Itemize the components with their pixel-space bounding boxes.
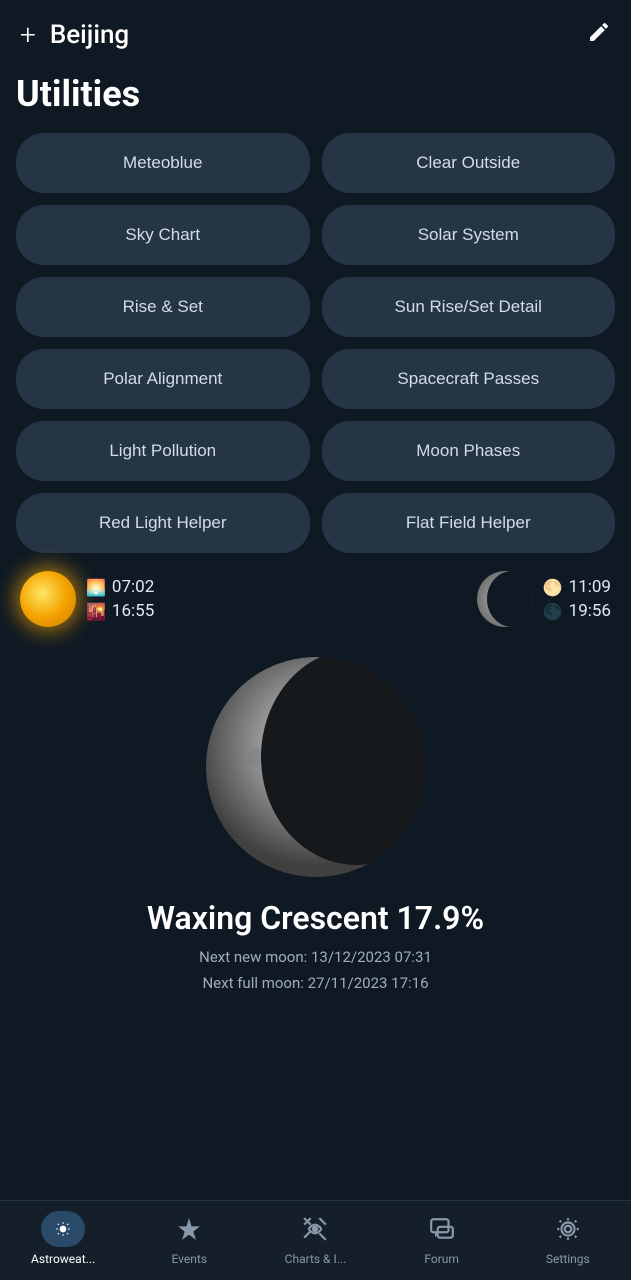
header: + Beijing [0, 0, 631, 63]
nav-item-events[interactable]: Events [154, 1211, 224, 1266]
astro-info-row: 🌅 07:02 🌇 16:55 🌕 11:09 🌑 19:56 [0, 553, 631, 637]
nav-item-settings[interactable]: Settings [533, 1211, 603, 1266]
moon-set-row: 🌑 19:56 [543, 601, 611, 621]
sun-icon [20, 571, 76, 627]
sky-chart-button[interactable]: Sky Chart [16, 205, 310, 265]
rise-set-button[interactable]: Rise & Set [16, 277, 310, 337]
nav-astroweather-label: Astroweat... [31, 1252, 95, 1266]
moon-info-block: 🌕 11:09 🌑 19:56 [477, 571, 611, 627]
moon-crescent-container [186, 647, 446, 887]
nav-charts-icon-wrap [293, 1211, 337, 1247]
nav-charts-label: Charts & I... [285, 1252, 347, 1266]
moon-rise-time: 11:09 [569, 577, 611, 597]
add-location-button[interactable]: + [20, 18, 36, 51]
moon-next-info: Next new moon: 13/12/2023 07:31 Next ful… [199, 945, 432, 996]
clear-outside-button[interactable]: Clear Outside [322, 133, 616, 193]
nav-forum-icon-wrap [420, 1211, 464, 1247]
next-new-moon: Next new moon: 13/12/2023 07:31 [199, 945, 432, 971]
moon-phase-name: Waxing Crescent 17.9% [147, 899, 484, 937]
moon-phase-section: Waxing Crescent 17.9% Next new moon: 13/… [0, 637, 631, 1016]
sunset-icon: 🌇 [86, 602, 106, 621]
utilities-heading: Utilities [16, 73, 615, 115]
solar-system-button[interactable]: Solar System [322, 205, 616, 265]
sun-times: 🌅 07:02 🌇 16:55 [86, 577, 154, 621]
meteoblue-button[interactable]: Meteoblue [16, 133, 310, 193]
edit-icon [587, 20, 611, 44]
header-left: + Beijing [20, 18, 129, 51]
nav-item-forum[interactable]: Forum [407, 1211, 477, 1266]
bottom-nav: Astroweat... Events Charts & I... [0, 1200, 631, 1280]
moon-phases-button[interactable]: Moon Phases [322, 421, 616, 481]
next-full-moon: Next full moon: 27/11/2023 17:16 [199, 971, 432, 997]
light-pollution-button[interactable]: Light Pollution [16, 421, 310, 481]
nav-item-charts[interactable]: Charts & I... [280, 1211, 350, 1266]
location-title: Beijing [50, 20, 129, 50]
sun-set-row: 🌇 16:55 [86, 601, 154, 621]
sun-info-block: 🌅 07:02 🌇 16:55 [20, 571, 154, 627]
nav-events-icon-wrap [167, 1211, 211, 1247]
sun-rise-time: 07:02 [112, 577, 154, 597]
forum-nav-icon [429, 1216, 455, 1242]
star-nav-icon [176, 1216, 202, 1242]
sun-nav-icon [55, 1216, 71, 1242]
moon-set-time: 19:56 [569, 601, 611, 621]
moon-rise-row: 🌕 11:09 [543, 577, 611, 597]
utilities-button-grid: Meteoblue Clear Outside Sky Chart Solar … [16, 133, 615, 553]
edit-button[interactable] [587, 20, 611, 50]
nav-settings-label: Settings [546, 1252, 590, 1266]
sun-rise-row: 🌅 07:02 [86, 577, 154, 597]
red-light-helper-button[interactable]: Red Light Helper [16, 493, 310, 553]
sunrise-icon: 🌅 [86, 578, 106, 597]
spacecraft-passes-button[interactable]: Spacecraft Passes [322, 349, 616, 409]
nav-item-astroweather[interactable]: Astroweat... [28, 1211, 98, 1266]
nav-settings-icon-wrap [546, 1211, 590, 1247]
sun-rise-set-detail-button[interactable]: Sun Rise/Set Detail [322, 277, 616, 337]
nav-events-label: Events [172, 1252, 208, 1266]
moonrise-icon: 🌕 [543, 578, 563, 597]
moon-icon [477, 571, 533, 627]
moon-crescent-svg [186, 647, 446, 887]
satellite-nav-icon [302, 1216, 328, 1242]
flat-field-helper-button[interactable]: Flat Field Helper [322, 493, 616, 553]
polar-alignment-button[interactable]: Polar Alignment [16, 349, 310, 409]
moonset-icon: 🌑 [543, 602, 563, 621]
settings-nav-icon [555, 1216, 581, 1242]
moon-times: 🌕 11:09 🌑 19:56 [543, 577, 611, 621]
nav-astroweather-icon-wrap [41, 1211, 85, 1247]
sun-set-time: 16:55 [112, 601, 154, 621]
utilities-section: Utilities Meteoblue Clear Outside Sky Ch… [0, 63, 631, 553]
nav-forum-label: Forum [424, 1252, 459, 1266]
